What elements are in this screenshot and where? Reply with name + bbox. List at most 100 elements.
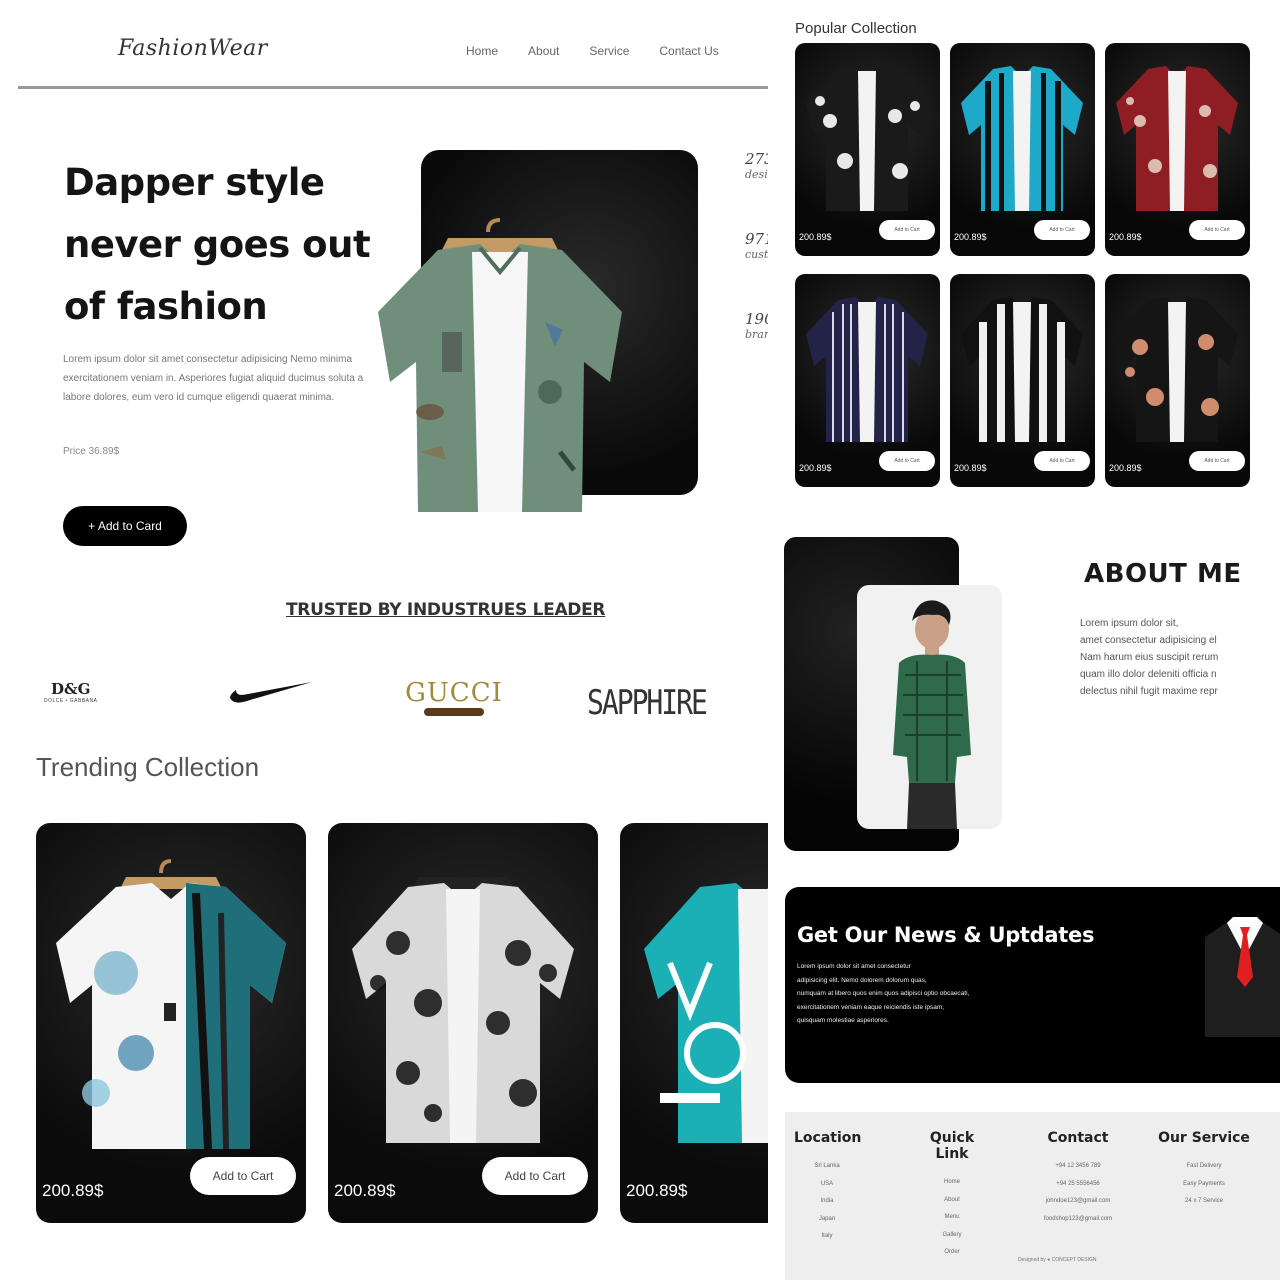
shirt-image [961, 297, 1083, 442]
add-to-cart-button[interactable]: Add to Cart [879, 220, 935, 240]
newsletter-text: Lorem ipsum dolor sit amet consectetur a… [797, 960, 1087, 1028]
footer-link[interactable]: Easy Payments [1156, 1176, 1252, 1194]
popular-card[interactable]: 200.89$ Add to Cart [795, 43, 940, 256]
shirt-image [961, 66, 1083, 211]
product-price: 200.89$ [799, 232, 832, 242]
shirt-image [806, 297, 928, 442]
footer-link[interactable]: Gallery [912, 1227, 992, 1245]
nav-service[interactable]: Service [589, 44, 629, 58]
footer-link[interactable]: 24 x 7 Service [1156, 1193, 1252, 1211]
stat-item: 971 cust [745, 230, 768, 310]
nav-about[interactable]: About [528, 44, 559, 58]
footer-column-our-service: Our Service Fast Delivery Easy Payments … [1156, 1130, 1252, 1211]
header-divider [18, 86, 768, 89]
footer-link[interactable]: +94 12 3456 789 [1032, 1158, 1124, 1176]
product-price: 200.89$ [954, 232, 987, 242]
nav-home[interactable]: Home [466, 44, 498, 58]
popular-card[interactable]: 200.89$ Add to Cart [1105, 43, 1250, 256]
stat-label: desi [745, 168, 768, 181]
footer-link[interactable]: USA [794, 1176, 860, 1194]
add-to-cart-button[interactable]: Add to Cart [190, 1157, 296, 1195]
hero-description: Lorem ipsum dolor sit amet consectetur a… [63, 354, 364, 403]
footer-link[interactable]: Japan [794, 1211, 860, 1229]
about-text: Lorem ipsum dolor sit, amet consectetur … [1080, 615, 1280, 700]
about-line: delectus nihil fugit maxime repr [1080, 686, 1218, 697]
footer-link[interactable]: Sri Lanka [794, 1158, 860, 1176]
dg-logo-subtext: DOLCE • GABBANA [44, 698, 98, 704]
gucci-logo: GUCCI [404, 678, 504, 716]
footer-column-title: Contact [1047, 1130, 1109, 1146]
trending-card[interactable]: 200.89$ Add to Cart [328, 823, 598, 1223]
footer-column-title: Quick Link [929, 1130, 975, 1162]
footer-link[interactable]: +94 25 5556456 [1032, 1176, 1124, 1194]
trending-card[interactable]: 200.89$ [620, 823, 768, 1223]
newsletter-line: Lorem ipsum dolor sit amet consectetur [797, 963, 911, 970]
stat-number: 190 [745, 310, 768, 328]
main-nav: Home About Service Contact Us [466, 44, 719, 58]
stat-number: 971 [745, 230, 768, 248]
stat-label: cust [745, 248, 768, 261]
footer-panel: Location Sri Lanka USA India Japan Italy… [768, 1100, 1280, 1280]
footer-link[interactable]: Menu [912, 1209, 992, 1227]
newsletter-line: quisquam molestiae asperiores. [797, 1017, 889, 1024]
footer-link[interactable]: foodshop123@gmail.com [1032, 1211, 1124, 1229]
stats-column: 273 desi 971 cust 190 bran [745, 150, 768, 390]
popular-card[interactable]: 200.89$ Add to Cart [950, 43, 1095, 256]
shirt-image [352, 877, 574, 1143]
stat-item: 190 bran [745, 310, 768, 390]
add-to-cart-button[interactable]: Add to Cart [879, 451, 935, 471]
shirt-image [56, 859, 286, 1150]
add-to-cart-button[interactable]: Add to Cart [1034, 451, 1090, 471]
gucci-logo-text: GUCCI [405, 678, 503, 708]
shirt-image [1116, 66, 1238, 211]
product-price: 200.89$ [799, 463, 832, 473]
add-to-cart-button[interactable]: Add to Cart [1189, 220, 1245, 240]
about-line: Lorem ipsum dolor sit, [1080, 618, 1179, 629]
newsletter-title: Get Our News & Uptdates [797, 923, 1095, 947]
product-price: 200.89$ [626, 1181, 688, 1200]
footer-link[interactable]: johndoe123@gmail.com [1032, 1193, 1124, 1211]
stat-number: 273 [745, 150, 768, 168]
nav-contact[interactable]: Contact Us [659, 44, 718, 58]
newsletter-box: Get Our News & Uptdates Lorem ipsum dolo… [785, 887, 1280, 1083]
popular-title: Popular Collection [795, 20, 917, 37]
hero-price: Price 36.89$ [63, 446, 120, 457]
footer-link[interactable]: Fast Delivery [1156, 1158, 1252, 1176]
footer-link[interactable]: Home [912, 1174, 992, 1192]
footer-column-location: Location Sri Lanka USA India Japan Italy [794, 1130, 862, 1246]
popular-card[interactable]: 200.89$ Add to Cart [950, 274, 1095, 487]
site-logo[interactable]: FashionWear [118, 36, 268, 61]
product-price: 200.89$ [334, 1181, 396, 1200]
add-to-cart-button[interactable]: Add to Cart [1189, 451, 1245, 471]
footer-link[interactable]: India [794, 1193, 860, 1211]
landing-page-panel: FashionWear Home About Service Contact U… [0, 0, 768, 1280]
model-image [893, 600, 971, 829]
hero-title-line-3: of fashion [64, 285, 268, 328]
footer-column-title: Our Service [1158, 1130, 1250, 1146]
stat-item: 273 desi [745, 150, 768, 230]
popular-card[interactable]: 200.89$ Add to Cart [795, 274, 940, 487]
newsletter-line: numquam at libero quos enim quos adipisc… [797, 990, 970, 997]
add-to-cart-button[interactable]: Add to Cart [482, 1157, 588, 1195]
product-price: 200.89$ [954, 463, 987, 473]
footer-column-title: Location [794, 1130, 862, 1146]
footer-link[interactable]: Order [912, 1244, 992, 1262]
hero-title-line-2: never goes out [64, 223, 371, 266]
gucci-logo-bar [424, 708, 484, 716]
about-photo [857, 585, 1002, 829]
about-line: Nam harum eius suscipit rerum [1080, 652, 1219, 663]
trending-card[interactable]: 200.89$ Add to Cart [36, 823, 306, 1223]
add-to-cart-button[interactable]: Add to Cart [1034, 220, 1090, 240]
nike-logo [230, 682, 312, 703]
add-to-card-button[interactable]: + Add to Card [63, 506, 187, 546]
footer-column-contact: Contact +94 12 3456 789 +94 25 5556456 j… [1032, 1130, 1124, 1228]
footer-link[interactable]: About [912, 1192, 992, 1210]
popular-card[interactable]: 200.89$ Add to Cart [1105, 274, 1250, 487]
shirt-image [1116, 297, 1238, 442]
newsletter-line: exercitationem veniam eaque reiciendis i… [797, 1003, 945, 1011]
hero-title: Dapper style never goes out of fashion [64, 152, 404, 338]
product-price: 200.89$ [1109, 463, 1142, 473]
about-line: quam illo dolor deleniti officia n [1080, 669, 1217, 680]
footer-link[interactable]: Italy [794, 1228, 860, 1246]
hero-title-line-1: Dapper style [64, 161, 325, 204]
